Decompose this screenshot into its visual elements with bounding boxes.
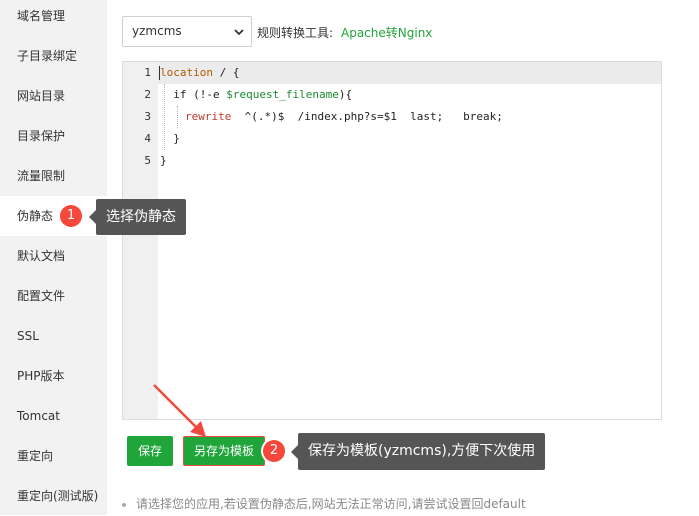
code-line-1: location / { [160, 62, 239, 84]
line-number: 4 [144, 132, 151, 145]
line-number: 5 [144, 154, 151, 167]
tooltip-arrow [89, 210, 96, 224]
tooltip-arrow [291, 444, 298, 459]
annotation-text: 选择伪静态 [106, 209, 176, 225]
select-value: yzmcms [132, 24, 182, 38]
indent-guide [177, 106, 178, 128]
step-badge-2: 2 [263, 440, 285, 462]
save-button[interactable]: 保存 [127, 436, 173, 466]
sidebar-item-traffic-limit[interactable]: 流量限制 [0, 156, 107, 196]
line-number: 1 [144, 66, 151, 79]
sidebar-item-tomcat[interactable]: Tomcat [0, 396, 107, 436]
sidebar-item-redirect[interactable]: 重定向 [0, 436, 107, 476]
sidebar: 域名管理 子目录绑定 网站目录 目录保护 流量限制 伪静态 默认文档 配置文件 … [0, 0, 107, 515]
code-editor[interactable]: 1 2 3 4 5 location / { if (!-e $request_… [122, 61, 662, 420]
code-text: if (!-e [160, 88, 227, 101]
sidebar-item-default-doc[interactable]: 默认文档 [0, 236, 107, 276]
code-text: / { [212, 66, 240, 79]
code-line-3: rewrite ^(.*)$ /index.php?s=$1 last; bre… [185, 106, 503, 128]
apache-to-nginx-link[interactable]: Apache转Nginx [341, 24, 432, 41]
annotation-arrow-icon [153, 384, 206, 437]
sidebar-item-domain[interactable]: 域名管理 [0, 0, 107, 36]
save-as-template-button[interactable]: 另存为模板 [183, 436, 265, 466]
code-directive: rewrite [185, 110, 232, 123]
sidebar-item-config-file[interactable]: 配置文件 [0, 276, 107, 316]
code-text: ^(.*)$ /index.php?s=$1 last; break; [231, 110, 503, 123]
line-number: 2 [144, 88, 151, 101]
rewrite-template-select[interactable]: yzmcms [122, 16, 252, 47]
sidebar-item-redirect-beta[interactable]: 重定向(测试版) [0, 476, 107, 516]
sidebar-item-dir-protection[interactable]: 目录保护 [0, 116, 107, 156]
hint-text: 请选择您的应用,若设置伪静态后,网站无法正常访问,请尝试设置回default [136, 497, 526, 511]
step-badge-1: 1 [60, 205, 82, 227]
code-line-5: } [160, 154, 167, 167]
rewrite-hint: 请选择您的应用,若设置伪静态后,网站无法正常访问,请尝试设置回default [122, 495, 526, 512]
code-text: ){ [338, 88, 353, 101]
sidebar-item-subdir-binding[interactable]: 子目录绑定 [0, 36, 107, 76]
annotation-tooltip-1: 选择伪静态 [89, 199, 186, 235]
sidebar-item-site-directory[interactable]: 网站目录 [0, 76, 107, 116]
chevron-down-icon [234, 29, 244, 36]
code-keyword: location [160, 66, 213, 79]
sidebar-item-php-version[interactable]: PHP版本 [0, 356, 107, 396]
code-line-4: } [160, 132, 180, 145]
bullet-dot-icon [122, 502, 126, 507]
code-variable: $request_filename [226, 88, 339, 101]
annotation-tooltip-2: 保存为模板(yzmcms),方便下次使用 [291, 433, 546, 470]
sidebar-item-ssl[interactable]: SSL [0, 316, 107, 356]
annotation-text: 保存为模板(yzmcms),方便下次使用 [308, 443, 536, 459]
code-line-2: if (!-e $request_filename){ [160, 84, 352, 106]
line-number: 3 [144, 110, 151, 123]
rule-converter-label: 规则转换工具: [257, 26, 334, 40]
